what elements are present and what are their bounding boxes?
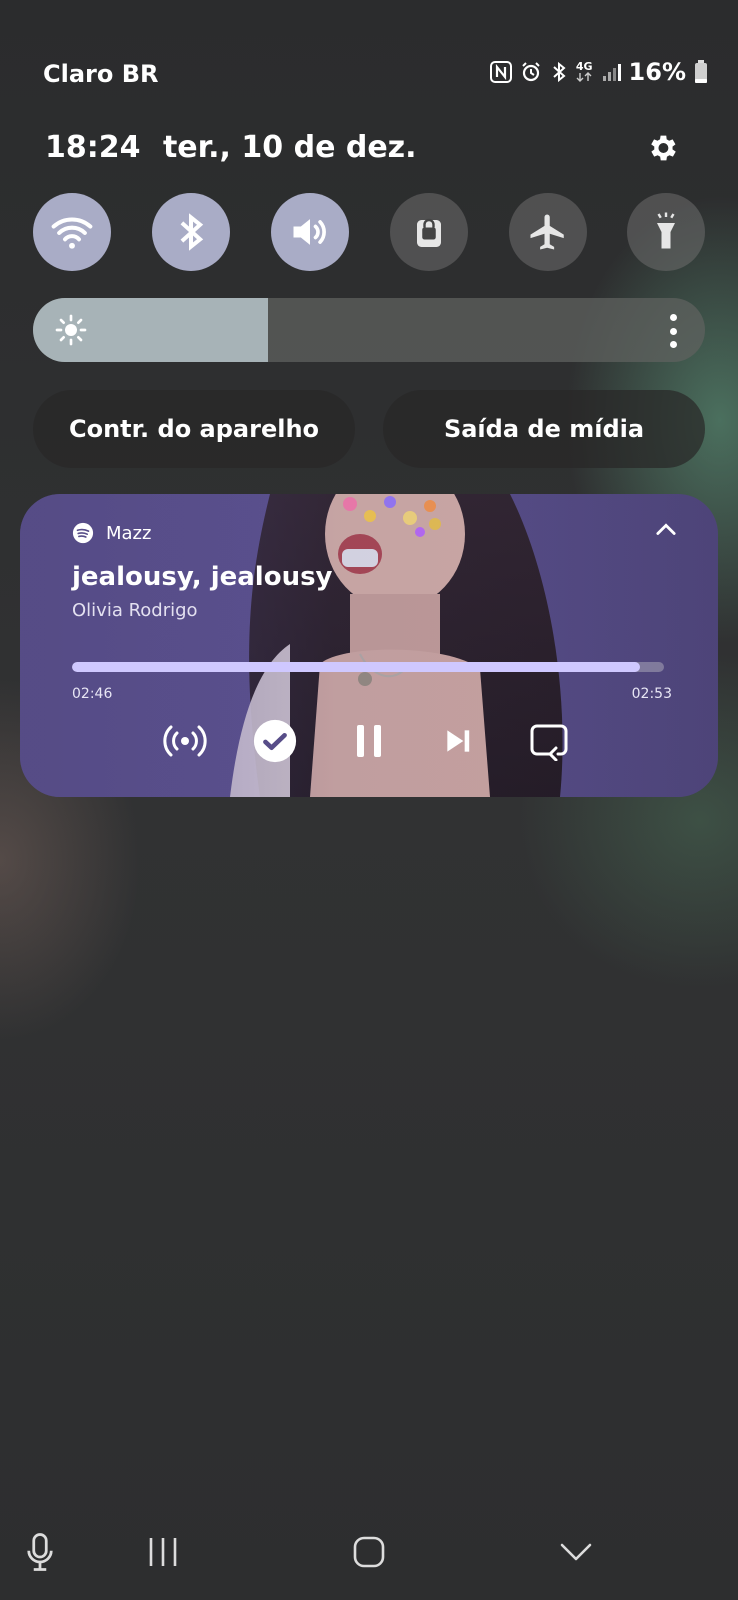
carrier-name: Claro BR bbox=[43, 60, 159, 88]
spotify-icon bbox=[72, 522, 94, 544]
lock-icon bbox=[417, 218, 441, 247]
clock-time: 18:24 bbox=[45, 130, 141, 165]
track-title: jealousy, jealousy bbox=[72, 562, 333, 592]
media-player-card[interactable]: Mazz jealousy, jealousy Olivia Rodrigo 0… bbox=[20, 494, 718, 797]
playback-progress-fill bbox=[72, 662, 641, 672]
broadcast-icon bbox=[163, 725, 207, 757]
media-output-button[interactable]: Saída de mídia bbox=[383, 390, 705, 468]
sun-icon bbox=[55, 314, 87, 346]
tile-sound[interactable] bbox=[271, 193, 349, 271]
saved-check-button[interactable] bbox=[250, 716, 300, 766]
flashlight-icon bbox=[657, 212, 675, 249]
tile-bluetooth[interactable] bbox=[152, 193, 230, 271]
settings-button[interactable] bbox=[642, 128, 682, 168]
playback-progress-bar[interactable] bbox=[72, 662, 664, 672]
microphone-icon bbox=[27, 1533, 53, 1571]
nfc-icon bbox=[489, 61, 512, 83]
track-artist: Olivia Rodrigo bbox=[72, 600, 198, 621]
tile-screen-lock[interactable] bbox=[390, 193, 468, 271]
media-app-name: Mazz bbox=[106, 522, 152, 544]
network-4g-icon: 4G bbox=[575, 60, 593, 82]
recent-apps-icon bbox=[149, 1538, 177, 1566]
media-output-label: Saída de mídia bbox=[443, 415, 645, 443]
network-type: 4G bbox=[575, 60, 593, 73]
airplane-icon bbox=[530, 214, 564, 250]
skip-next-icon bbox=[447, 730, 470, 752]
media-app-row: Mazz bbox=[72, 522, 151, 544]
home-button[interactable] bbox=[344, 1520, 394, 1584]
status-bar: Claro BR 4G 16% bbox=[0, 56, 738, 96]
device-control-label: Contr. do aparelho bbox=[68, 415, 320, 443]
gear-icon bbox=[651, 135, 676, 161]
brightness-slider[interactable] bbox=[33, 298, 705, 362]
wifi-icon bbox=[51, 217, 93, 249]
home-icon bbox=[353, 1536, 385, 1568]
check-circle-icon bbox=[253, 719, 297, 763]
tile-flashlight[interactable] bbox=[627, 193, 705, 271]
repeat-button[interactable] bbox=[524, 716, 574, 766]
voice-input-button[interactable] bbox=[15, 1520, 65, 1584]
device-control-button[interactable]: Contr. do aparelho bbox=[33, 390, 355, 468]
next-track-button[interactable] bbox=[433, 716, 483, 766]
recent-apps-button[interactable] bbox=[138, 1520, 188, 1584]
alarm-icon bbox=[520, 61, 542, 83]
total-duration: 02:53 bbox=[631, 686, 672, 702]
battery-icon bbox=[694, 60, 708, 84]
elapsed-time: 02:46 bbox=[72, 686, 113, 702]
datetime: 18:24 ter., 10 de dez. bbox=[45, 130, 429, 165]
date-text: ter., 10 de dez. bbox=[162, 130, 417, 165]
chevron-up-icon[interactable] bbox=[652, 516, 680, 544]
status-icons: 4G 16% bbox=[489, 58, 708, 86]
signal-icon bbox=[601, 62, 621, 82]
collapse-panel-button[interactable] bbox=[551, 1520, 601, 1584]
quick-settings-tiles bbox=[33, 193, 705, 271]
collapse-icon bbox=[560, 1543, 592, 1561]
media-controls bbox=[20, 716, 718, 766]
battery-percent: 16% bbox=[628, 58, 686, 86]
repeat-icon bbox=[530, 724, 568, 761]
bluetooth-icon bbox=[180, 213, 204, 251]
broadcast-button[interactable] bbox=[160, 716, 210, 766]
tile-airplane-mode[interactable] bbox=[509, 193, 587, 271]
pause-button[interactable] bbox=[344, 716, 394, 766]
pause-icon bbox=[357, 725, 381, 757]
more-options-icon[interactable] bbox=[667, 314, 679, 348]
speaker-icon bbox=[293, 219, 326, 245]
tile-wifi[interactable] bbox=[33, 193, 111, 271]
navigation-bar bbox=[0, 1520, 738, 1584]
bluetooth-icon bbox=[550, 61, 568, 83]
